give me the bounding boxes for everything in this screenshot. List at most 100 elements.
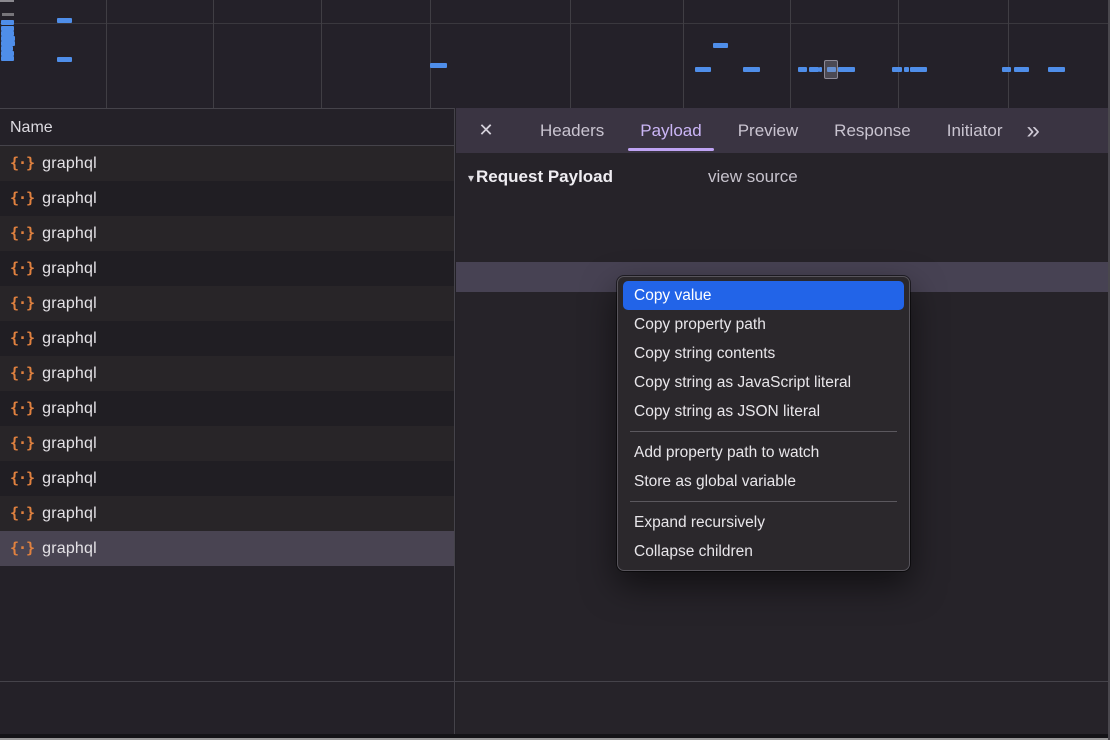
network-activity-bar xyxy=(904,67,909,72)
name-column-header[interactable]: Name xyxy=(0,108,454,146)
overview-gridline xyxy=(683,0,684,108)
request-name: graphql xyxy=(42,146,97,181)
request-rows: {·} graphql {·} graphql {·} graphql {·} grap… xyxy=(0,146,454,566)
overview-gridline xyxy=(570,0,571,108)
overview-divider-line xyxy=(0,23,1110,24)
network-activity-bar xyxy=(809,67,819,72)
overview-gridline xyxy=(430,0,431,108)
request-row[interactable]: {·} graphql xyxy=(0,181,454,216)
view-source-button[interactable]: view source xyxy=(708,162,798,192)
network-activity-bar xyxy=(713,43,728,48)
json-fetch-icon: {·} xyxy=(10,531,34,566)
menu-item-copy-property-path[interactable]: Copy property path xyxy=(623,310,904,339)
payload-operation-row[interactable]: operationName: "ipFlowTimeseries" xyxy=(456,232,1110,262)
request-name: graphql xyxy=(42,216,97,251)
context-menu: Copy value Copy property path Copy strin… xyxy=(617,276,910,571)
overview-hover-marker xyxy=(824,60,838,79)
request-name: graphql xyxy=(42,321,97,356)
json-fetch-icon: {·} xyxy=(10,496,34,531)
request-row[interactable]: {·} graphql xyxy=(0,461,454,496)
menu-item-copy-string-js-literal[interactable]: Copy string as JavaScript literal xyxy=(623,368,904,397)
json-fetch-icon: {·} xyxy=(10,426,34,461)
network-overview[interactable] xyxy=(0,0,1110,108)
overview-gridline xyxy=(790,0,791,108)
request-list-panel: Name {·} graphql {·} graphql {·} graphql {·… xyxy=(0,108,455,734)
menu-item-copy-string-contents[interactable]: Copy string contents xyxy=(623,339,904,368)
json-fetch-icon: {·} xyxy=(10,251,34,286)
network-activity-bar xyxy=(819,67,822,72)
section-expanded-icon[interactable]: ▾ xyxy=(468,171,474,185)
overview-gridline xyxy=(106,0,107,108)
overview-gridline xyxy=(321,0,322,108)
network-activity-bar xyxy=(57,57,72,62)
network-activity-bar-gray xyxy=(2,13,14,16)
overview-gridline xyxy=(898,0,899,108)
json-fetch-icon: {·} xyxy=(10,321,34,356)
request-row-selected[interactable]: {·} graphql xyxy=(0,531,454,566)
menu-item-copy-value[interactable]: Copy value xyxy=(623,281,904,310)
json-fetch-icon: {·} xyxy=(10,461,34,496)
network-activity-bar xyxy=(838,67,855,72)
request-name: graphql xyxy=(42,461,97,496)
network-activity-bar xyxy=(695,67,711,72)
request-name: graphql xyxy=(42,426,97,461)
network-activity-bar xyxy=(1,56,14,61)
menu-item-collapse-children[interactable]: Collapse children xyxy=(623,537,904,566)
request-row[interactable]: {·} graphql xyxy=(0,356,454,391)
tab-headers[interactable]: Headers xyxy=(522,108,622,153)
network-activity-bar xyxy=(430,63,447,68)
network-activity-bar xyxy=(1014,67,1029,72)
network-activity-bar xyxy=(57,18,72,23)
request-row[interactable]: {·} graphql xyxy=(0,321,454,356)
close-icon[interactable]: ✕ xyxy=(472,120,500,141)
network-activity-bar xyxy=(1,20,14,25)
network-activity-bar xyxy=(743,67,760,72)
menu-item-add-property-path-to-watch[interactable]: Add property path to watch xyxy=(623,438,904,467)
request-name: graphql xyxy=(42,181,97,216)
overview-gridline xyxy=(213,0,214,108)
request-row[interactable]: {·} graphql xyxy=(0,286,454,321)
network-activity-bar xyxy=(1002,67,1011,72)
tab-response[interactable]: Response xyxy=(816,108,929,153)
menu-separator xyxy=(630,431,897,432)
network-activity-bar xyxy=(892,67,902,72)
overview-ruler-tick xyxy=(0,0,14,2)
request-name: graphql xyxy=(42,496,97,531)
request-name: graphql xyxy=(42,251,97,286)
request-name: graphql xyxy=(42,356,97,391)
request-row[interactable]: {·} graphql xyxy=(0,146,454,181)
section-title: Request Payload xyxy=(476,167,613,186)
detail-tabs: Headers Payload Preview Response Initiat… xyxy=(522,108,1020,153)
json-fetch-icon: {·} xyxy=(10,216,34,251)
detail-tab-bar: ✕ Headers Payload Preview Response Initi… xyxy=(456,108,1110,153)
json-fetch-icon: {·} xyxy=(10,146,34,181)
request-row[interactable]: {·} graphql xyxy=(0,216,454,251)
tab-preview[interactable]: Preview xyxy=(720,108,816,153)
request-row[interactable]: {·} graphql xyxy=(0,251,454,286)
request-row[interactable]: {·} graphql xyxy=(0,496,454,531)
tab-initiator[interactable]: Initiator xyxy=(929,108,1021,153)
payload-root-row[interactable]: ▾ {operationName: "ipFlowTimeseries", va… xyxy=(456,202,1110,232)
json-fetch-icon: {·} xyxy=(10,391,34,426)
more-tabs-icon[interactable]: » xyxy=(1026,108,1039,153)
request-row[interactable]: {·} graphql xyxy=(0,391,454,426)
request-row[interactable]: {·} graphql xyxy=(0,426,454,461)
network-activity-bar xyxy=(1048,67,1065,72)
json-fetch-icon: {·} xyxy=(10,181,34,216)
menu-item-store-as-global-variable[interactable]: Store as global variable xyxy=(623,467,904,496)
request-name: graphql xyxy=(42,531,97,566)
request-name: graphql xyxy=(42,286,97,321)
menu-item-expand-recursively[interactable]: Expand recursively xyxy=(623,508,904,537)
devtools-network-panel: Name {·} graphql {·} graphql {·} graphql {·… xyxy=(0,0,1110,740)
footer-separator xyxy=(0,681,1110,682)
network-activity-bar xyxy=(910,67,927,72)
network-activity-bar xyxy=(798,67,807,72)
request-payload-section-header[interactable]: ▾Request Payload xyxy=(468,162,613,192)
json-fetch-icon: {·} xyxy=(10,286,34,321)
menu-separator xyxy=(630,501,897,502)
request-name: graphql xyxy=(42,391,97,426)
json-fetch-icon: {·} xyxy=(10,356,34,391)
tab-payload[interactable]: Payload xyxy=(622,108,719,153)
overview-gridline xyxy=(1008,0,1009,108)
menu-item-copy-string-json-literal[interactable]: Copy string as JSON literal xyxy=(623,397,904,426)
